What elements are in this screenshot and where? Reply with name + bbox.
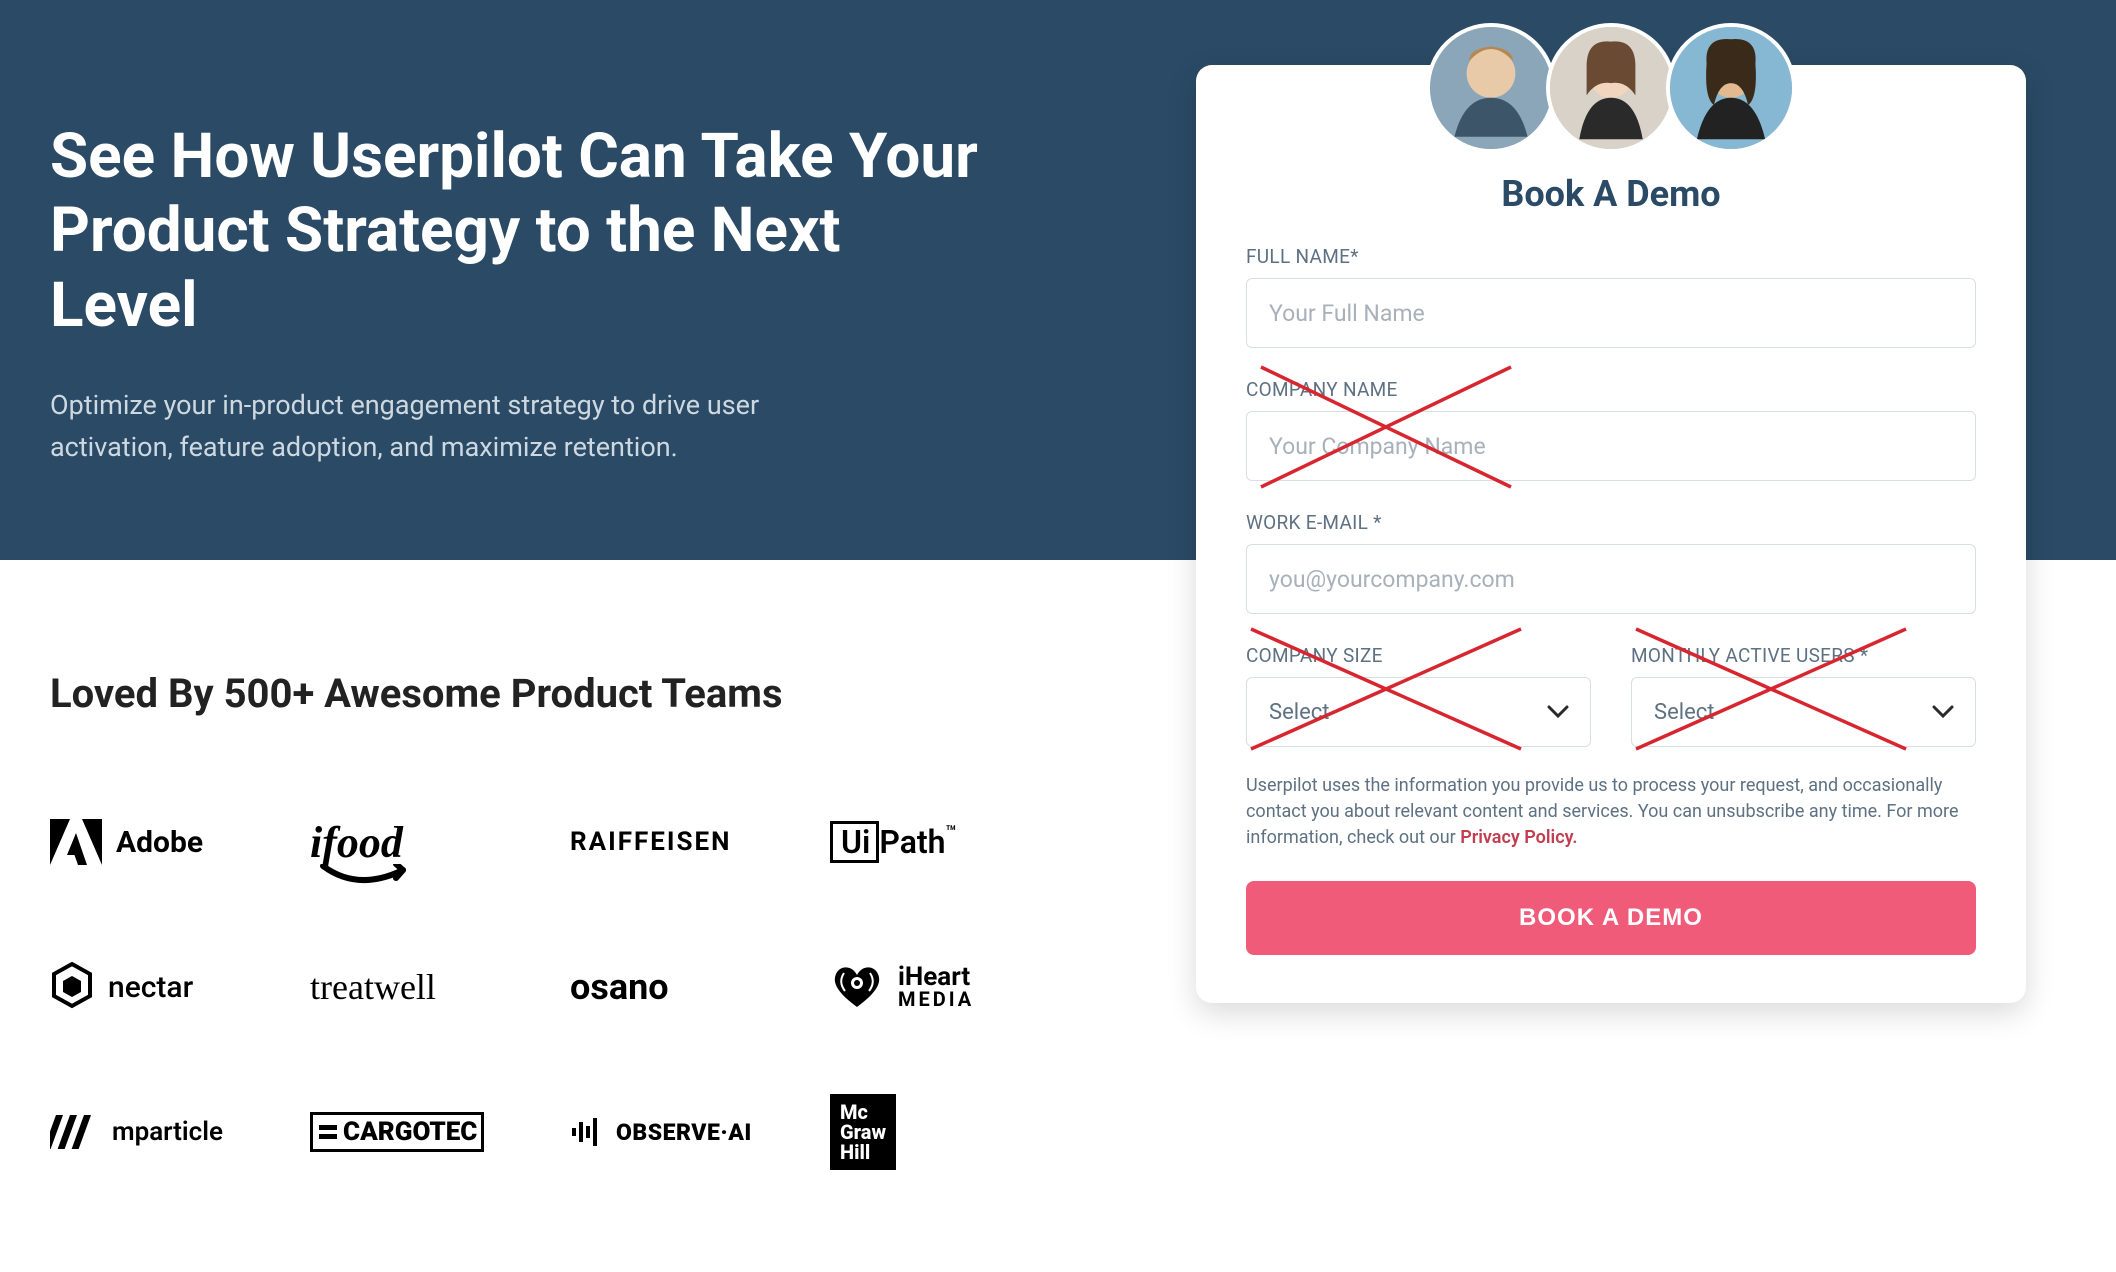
logo-label: Adobe bbox=[116, 825, 203, 860]
company-size-select[interactable]: Select bbox=[1246, 677, 1591, 747]
logo-cargotec: CARGOTEC bbox=[310, 1107, 545, 1157]
mparticle-icon bbox=[50, 1115, 98, 1149]
iheart-icon bbox=[830, 965, 884, 1009]
logo-nectar: nectar bbox=[50, 962, 285, 1012]
logo-osano: osano bbox=[570, 962, 805, 1012]
disclaimer-text: Userpilot uses the information you provi… bbox=[1246, 775, 1959, 848]
ifood-swoosh-icon bbox=[318, 864, 408, 886]
company-size-label: COMPANY SIZE bbox=[1246, 644, 1591, 667]
logo-uipath-suffix: Path bbox=[879, 823, 945, 861]
logo-mgh-1: Mc bbox=[840, 1102, 886, 1122]
logo-observeai: OBSERVE·AI bbox=[570, 1107, 805, 1157]
team-avatars bbox=[1426, 23, 1796, 153]
logo-treatwell: treatwell bbox=[310, 962, 545, 1012]
logo-mgh-3: Hill bbox=[840, 1142, 886, 1162]
logo-mparticle: mparticle bbox=[50, 1107, 285, 1157]
company-name-input[interactable] bbox=[1246, 411, 1976, 481]
hero-heading: See How Userpilot Can Take Your Product … bbox=[50, 120, 1000, 343]
demo-form-card: Book A Demo FULL NAME* COMPANY NAME WORK… bbox=[1196, 65, 2026, 1003]
logo-mcgrawhill: Mc Graw Hill bbox=[830, 1107, 1065, 1157]
logo-label: CARGOTEC bbox=[343, 1117, 477, 1147]
logo-mgh-2: Graw bbox=[840, 1122, 886, 1142]
mau-label: MONTHLY ACTIVE USERS * bbox=[1631, 644, 1976, 667]
field-mau: MONTHLY ACTIVE USERS * Select bbox=[1631, 644, 1976, 747]
logo-uipath: UiPath™ bbox=[830, 817, 1065, 867]
logo-label: treatwell bbox=[310, 966, 436, 1008]
adobe-icon bbox=[50, 819, 102, 865]
logo-label: nectar bbox=[108, 970, 193, 1005]
cargotec-icon bbox=[317, 1121, 339, 1143]
field-company-name: COMPANY NAME bbox=[1246, 378, 1976, 481]
logo-iheart-bottom: MEDIA bbox=[898, 990, 974, 1008]
avatar bbox=[1666, 23, 1796, 153]
logo-raiffeisen: RAIFFEISEN bbox=[570, 817, 805, 867]
field-work-email: WORK E-MAIL * bbox=[1246, 511, 1976, 614]
logo-iheart: iHeart MEDIA bbox=[830, 962, 1065, 1012]
privacy-policy-link[interactable]: Privacy Policy. bbox=[1460, 827, 1577, 848]
observeai-icon bbox=[570, 1116, 602, 1148]
logo-label: mparticle bbox=[112, 1117, 223, 1147]
hero-subheading: Optimize your in-product engagement stra… bbox=[50, 385, 870, 469]
field-full-name: FULL NAME* bbox=[1246, 245, 1976, 348]
logo-adobe: Adobe bbox=[50, 817, 285, 867]
company-name-label: COMPANY NAME bbox=[1246, 378, 1976, 401]
nectar-icon bbox=[50, 962, 94, 1012]
logo-ifood: ifood bbox=[310, 817, 545, 867]
full-name-input[interactable] bbox=[1246, 278, 1976, 348]
logo-label: RAIFFEISEN bbox=[570, 827, 731, 857]
logo-label: osano bbox=[570, 966, 669, 1008]
logo-label: ifood bbox=[310, 818, 403, 867]
field-company-size: COMPANY SIZE Select bbox=[1246, 644, 1591, 747]
logo-label: OBSERVE·AI bbox=[616, 1119, 752, 1146]
form-disclaimer: Userpilot uses the information you provi… bbox=[1246, 773, 1976, 851]
work-email-label: WORK E-MAIL * bbox=[1246, 511, 1976, 534]
full-name-label: FULL NAME* bbox=[1246, 245, 1976, 268]
work-email-input[interactable] bbox=[1246, 544, 1976, 614]
book-demo-button[interactable]: BOOK A DEMO bbox=[1246, 881, 1976, 955]
mau-select[interactable]: Select bbox=[1631, 677, 1976, 747]
avatar bbox=[1426, 23, 1556, 153]
form-title: Book A Demo bbox=[1246, 173, 1976, 215]
avatar bbox=[1546, 23, 1676, 153]
